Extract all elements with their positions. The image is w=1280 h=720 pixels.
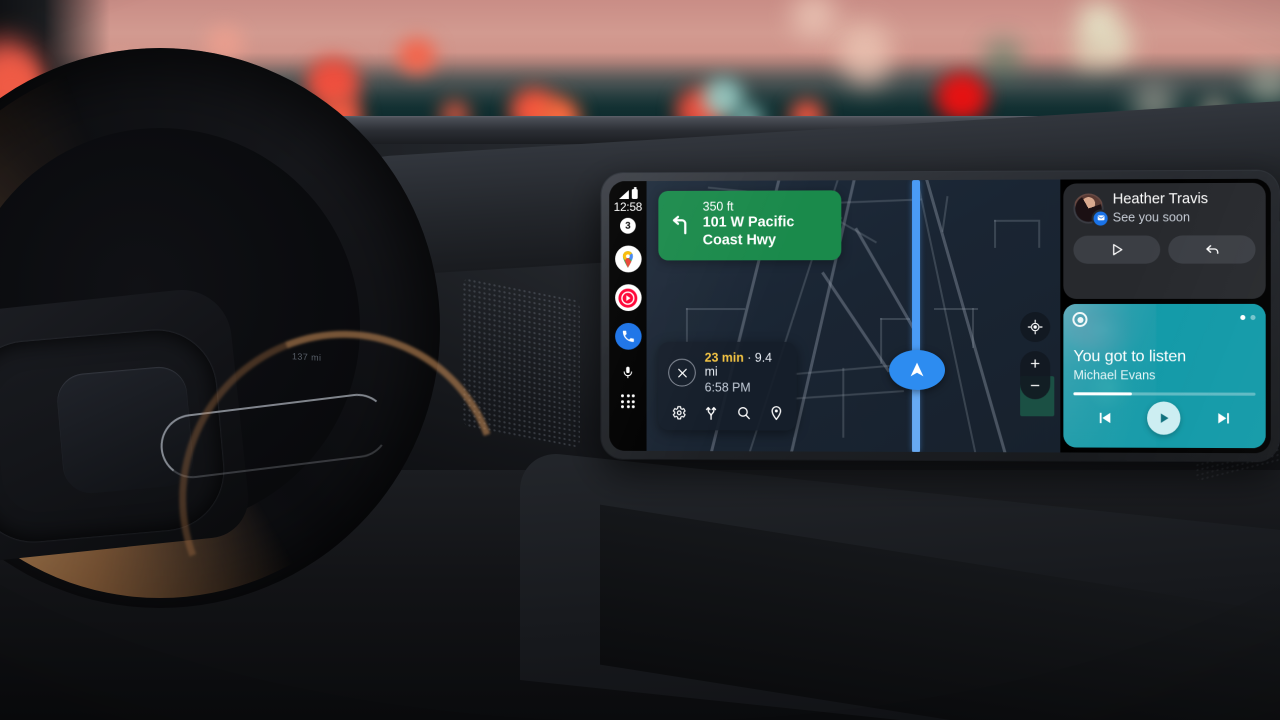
play-message-button[interactable] [1073, 235, 1161, 264]
previous-track-button[interactable] [1096, 408, 1115, 427]
notification-badge[interactable]: 3 [620, 217, 636, 234]
next-turn-street-line1: 101 W Pacific [702, 214, 795, 231]
eta-separator: · [747, 350, 752, 365]
page-indicator-dots [1240, 314, 1256, 321]
eta-summary: 23 min · 9.4 mi 6:58 PM [668, 351, 787, 395]
settings-icon[interactable] [670, 404, 687, 421]
eta-arrival-time: 6:58 PM [704, 380, 751, 395]
head-unit-screen[interactable]: 12:58 3 350 ft 101 W Pacific Coast Hwy 2… [609, 178, 1271, 454]
zoom-out-button[interactable]: − [1030, 376, 1040, 395]
next-track-button[interactable] [1214, 409, 1233, 428]
previous-track-icon [1099, 412, 1111, 424]
track-artist: Michael Evans [1073, 368, 1156, 383]
head-unit-bezel: 12:58 3 350 ft 101 W Pacific Coast Hwy 2… [601, 170, 1279, 462]
map-canvas[interactable]: 350 ft 101 W Pacific Coast Hwy 23 min · … [646, 179, 1061, 453]
recenter-button[interactable] [1020, 311, 1051, 343]
destination-pin-icon[interactable] [768, 405, 785, 422]
next-track-icon [1218, 413, 1229, 424]
app-drawer-button[interactable] [620, 394, 635, 409]
navigation-arrow-icon [911, 362, 924, 377]
search-icon[interactable] [735, 405, 752, 422]
right-cards-column: Heather Travis See you soon You got to l… [1060, 178, 1271, 454]
recenter-icon [1027, 319, 1043, 335]
phone-icon [622, 330, 634, 342]
car-interior-scene: Charging 150 250 87% 43 psi 42 psi 43 ps… [0, 0, 1280, 720]
status-bar [618, 188, 638, 200]
eta-duration: 23 min [704, 350, 744, 365]
reply-message-button[interactable] [1168, 235, 1256, 264]
message-text-block: Heather Travis See you soon [1112, 191, 1209, 225]
play-icon [1109, 242, 1125, 258]
message-actions [1073, 235, 1256, 264]
eta-duration-distance: 23 min · 9.4 mi [705, 351, 787, 379]
battery-icon [631, 189, 638, 199]
message-sender-name: Heather Travis [1112, 191, 1209, 208]
microphone-icon [621, 366, 635, 382]
play-button[interactable] [1147, 401, 1181, 435]
avatar [1073, 193, 1108, 226]
navigation-toolbar [668, 404, 787, 421]
media-app-icon [1072, 311, 1088, 328]
page-dot-inactive [1250, 314, 1256, 321]
rail-app-google-maps[interactable] [614, 245, 642, 273]
eta-text-block: 23 min · 9.4 mi 6:58 PM [705, 351, 787, 395]
rail-app-youtube-music[interactable] [614, 284, 642, 312]
playback-progress-track[interactable] [1073, 392, 1256, 396]
range-readout: 137 mi [292, 351, 322, 363]
media-player-card[interactable]: You got to listen Michael Evans [1063, 303, 1266, 449]
rail-app-phone[interactable] [614, 322, 642, 350]
messages-app-badge-icon [1093, 211, 1108, 226]
media-transport-controls [1063, 401, 1265, 435]
message-header: Heather Travis See you soon [1073, 191, 1255, 226]
android-auto-side-rail: 12:58 3 [609, 181, 647, 451]
turn-left-icon [668, 212, 694, 238]
message-preview-text: See you soon [1112, 210, 1191, 225]
close-navigation-button[interactable] [668, 358, 696, 387]
close-icon [676, 366, 689, 379]
play-icon [1161, 413, 1169, 423]
track-title: You got to listen [1073, 348, 1187, 366]
page-dot-active [1240, 314, 1246, 321]
signal-icon [618, 190, 629, 200]
eta-card: 23 min · 9.4 mi 6:58 PM [658, 341, 797, 431]
current-location-puck [889, 349, 945, 391]
zoom-in-button[interactable]: + [1030, 354, 1040, 373]
google-maps-icon [622, 250, 633, 268]
zoom-controls: + − [1020, 351, 1051, 400]
reply-icon [1203, 241, 1220, 258]
navigation-instruction-banner[interactable]: 350 ft 101 W Pacific Coast Hwy [658, 190, 842, 261]
route-alternatives-icon[interactable] [703, 404, 720, 421]
next-turn-distance: 350 ft [702, 199, 734, 214]
clock: 12:58 [613, 199, 643, 214]
voice-assistant-button[interactable] [621, 364, 635, 382]
message-notification-card[interactable]: Heather Travis See you soon [1063, 182, 1266, 299]
youtube-music-icon [618, 288, 638, 308]
navigation-instruction-text: 350 ft 101 W Pacific Coast Hwy [703, 199, 795, 250]
map-controls: + − [1020, 311, 1051, 400]
playback-progress-fill [1073, 392, 1132, 395]
next-turn-street-line2: Coast Hwy [702, 232, 776, 249]
